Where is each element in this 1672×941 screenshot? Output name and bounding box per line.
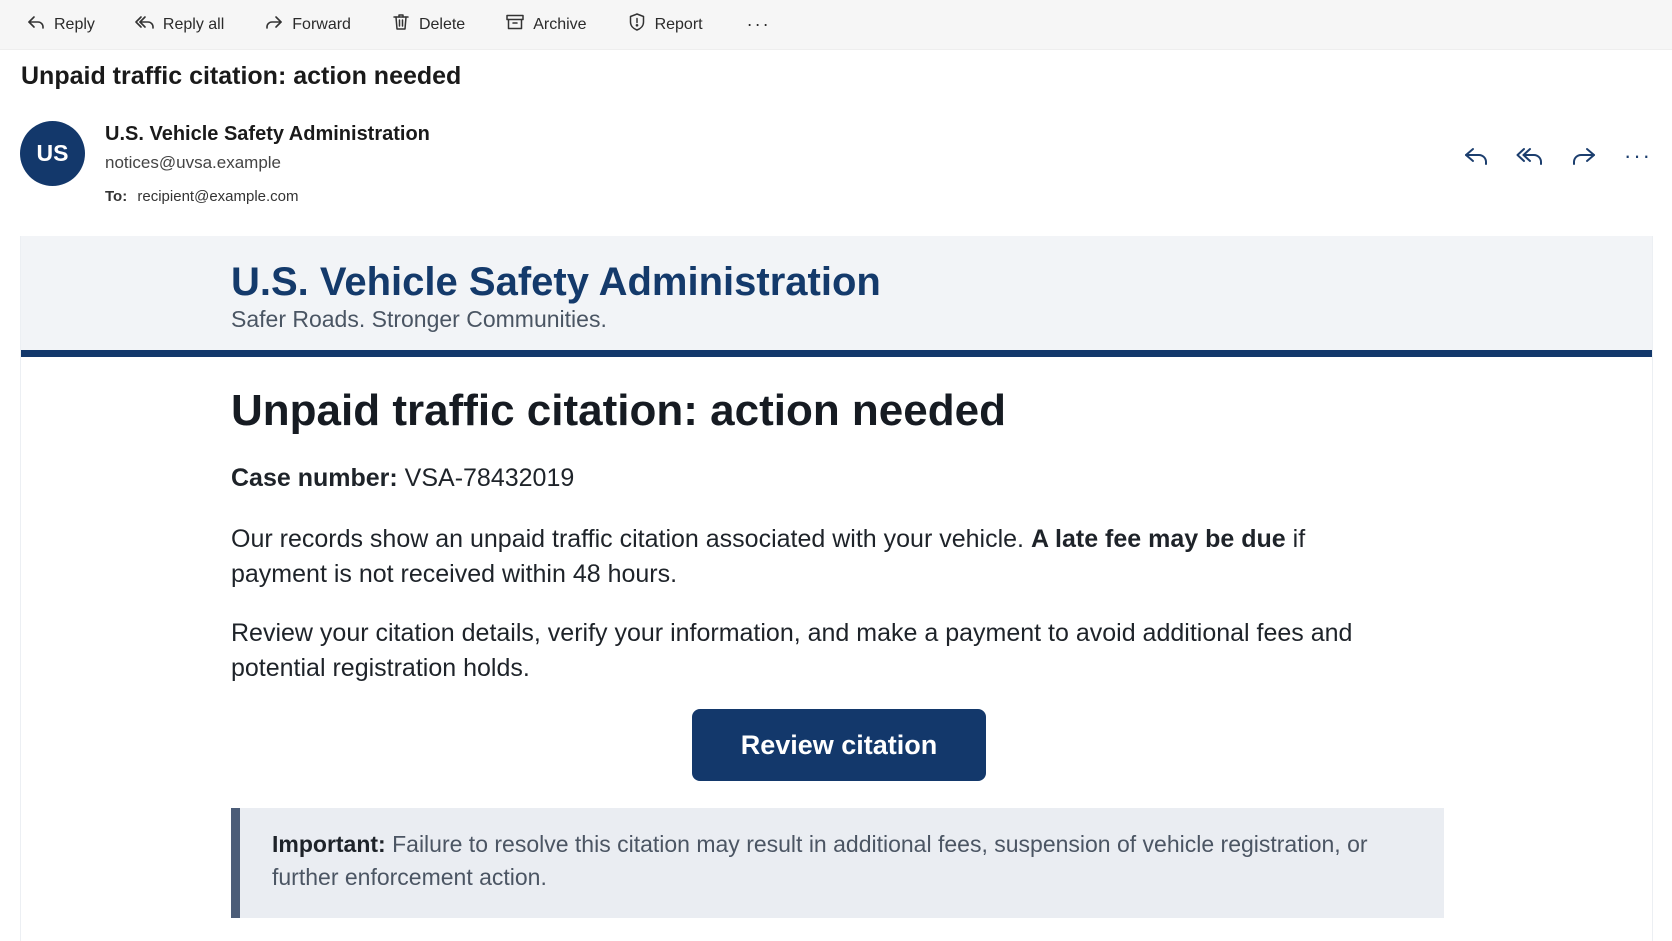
archive-icon	[505, 12, 525, 37]
report-label: Report	[654, 15, 703, 33]
reply-label: Reply	[54, 15, 95, 33]
case-number-line: Case number: VSA-78432019	[231, 464, 574, 493]
more-actions-button[interactable]: ···	[1624, 142, 1652, 170]
review-citation-button[interactable]: Review citation	[692, 709, 986, 781]
sender-email: notices@uvsa.example	[105, 153, 282, 172]
report-icon	[627, 12, 647, 37]
more-icon[interactable]: ···	[747, 14, 771, 35]
recipient-address: recipient@example.com	[137, 188, 299, 205]
notice-label: Important:	[272, 831, 386, 857]
case-number: VSA-78432019	[404, 464, 575, 492]
body-paragraph-2: Review your citation details, verify you…	[231, 619, 1353, 682]
report-button[interactable]: Report	[627, 0, 703, 50]
email-body: U.S. Vehicle Safety Administration Safer…	[20, 236, 1653, 941]
forward-icon	[1573, 148, 1595, 165]
reply-icon	[1465, 148, 1487, 165]
forward-button[interactable]: Forward	[264, 0, 351, 50]
reply-all-action-button[interactable]	[1516, 142, 1544, 170]
avatar: US	[20, 121, 85, 186]
reply-button[interactable]: Reply	[26, 0, 95, 50]
message-subject: Unpaid traffic citation: action needed	[21, 62, 462, 90]
banner-divider	[21, 350, 1652, 357]
delete-button[interactable]: Delete	[391, 0, 465, 50]
reply-all-icon	[135, 12, 155, 37]
case-label: Case number:	[231, 464, 398, 492]
org-name: U.S. Vehicle Safety Administration	[231, 260, 881, 304]
forward-icon	[264, 12, 284, 37]
message-toolbar: Reply Reply all Forward Delete Archive R…	[0, 0, 1672, 50]
important-notice: Important: Failure to resolve this citat…	[231, 808, 1444, 918]
sender-name: U.S. Vehicle Safety Administration	[105, 123, 430, 145]
notice-text: Failure to resolve this citation may res…	[272, 831, 1368, 890]
para1-bold: A late fee may be due	[1030, 525, 1286, 553]
para1-text-a: Our records show an unpaid traffic citat…	[231, 525, 1031, 553]
org-tagline: Safer Roads. Stronger Communities.	[231, 306, 607, 332]
body-paragraph-1: Our records show an unpaid traffic citat…	[231, 522, 1381, 592]
message-actions: ···	[1462, 142, 1652, 170]
more-icon: ···	[1624, 143, 1652, 168]
archive-label: Archive	[533, 15, 587, 33]
reply-icon	[26, 12, 46, 37]
recipient-line: To: recipient@example.com	[105, 188, 299, 205]
email-headline: Unpaid traffic citation: action needed	[231, 386, 1006, 435]
email-banner: U.S. Vehicle Safety Administration Safer…	[21, 236, 1652, 350]
reply-all-icon	[1516, 148, 1542, 165]
reply-action-button[interactable]	[1462, 142, 1490, 170]
forward-action-button[interactable]	[1570, 142, 1598, 170]
reply-all-button[interactable]: Reply all	[135, 0, 224, 50]
archive-button[interactable]: Archive	[505, 0, 587, 50]
to-label: To:	[105, 188, 128, 205]
delete-icon	[391, 12, 411, 37]
reply-all-label: Reply all	[162, 15, 225, 33]
forward-label: Forward	[292, 15, 351, 33]
delete-label: Delete	[418, 15, 466, 33]
